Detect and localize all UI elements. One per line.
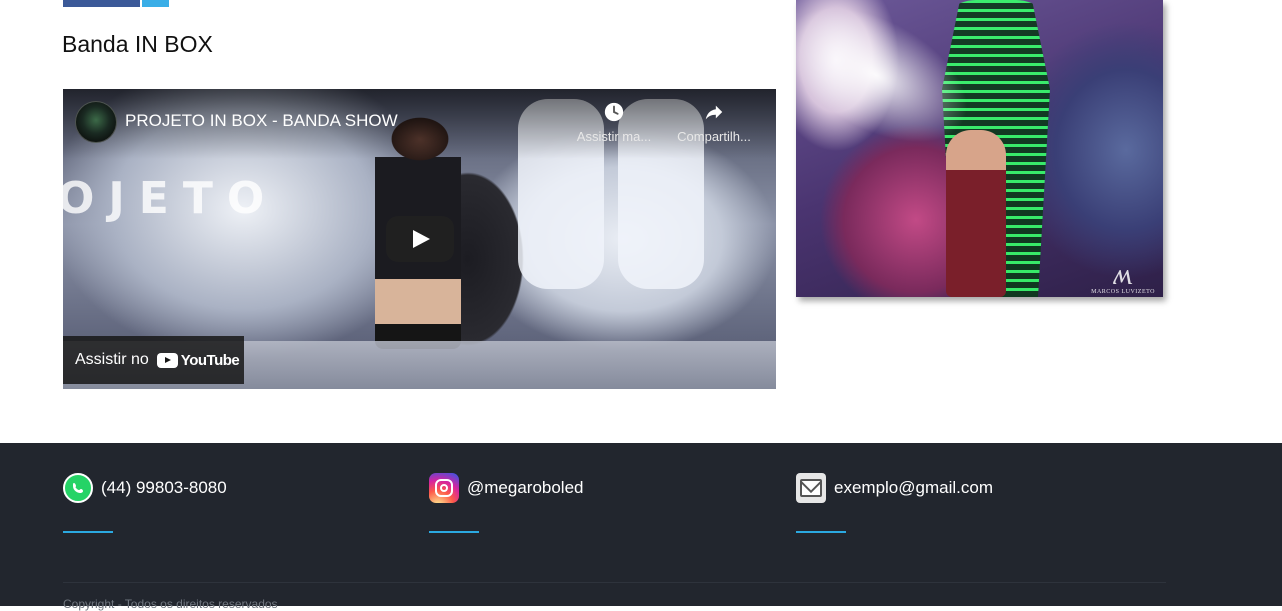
watch-later-label: Assistir ma... [576,129,652,144]
share-arrow-icon [705,105,723,120]
whatsapp-icon [63,473,93,503]
share-label: Compartilh... [677,129,751,144]
contact-underline [796,531,846,533]
photographer-signature: ʍ MARCOS LUVIZETO [1091,258,1155,296]
instagram-icon [429,473,459,503]
play-button[interactable] [386,216,454,262]
watch-later-button[interactable]: Assistir ma... [568,101,660,144]
contact-underline [429,531,479,533]
instagram-handle: @megaroboled [467,478,584,497]
footer: (44) 99803-8080 @megaroboled exemplo@gma… [0,443,1282,611]
watch-on-youtube-button[interactable]: Assistir no YouTube [63,336,244,384]
twitter-share-button[interactable] [142,0,169,7]
contact-email[interactable]: exemplo@gmail.com [796,473,993,533]
phone-number: (44) 99803-8080 [101,478,227,497]
video-backdrop-text: OJETO [63,173,279,224]
email-address: exemplo@gmail.com [834,478,993,497]
singer-figure [946,130,1006,297]
facebook-share-button[interactable] [63,0,140,7]
contact-phone[interactable]: (44) 99803-8080 [63,473,227,533]
contact-instagram[interactable]: @megaroboled [429,473,584,533]
band-photo: ʍ MARCOS LUVIZETO [796,0,1163,297]
footer-divider [63,582,1166,583]
channel-avatar[interactable] [75,101,117,143]
page-title: Banda IN BOX [62,31,213,57]
email-icon [796,473,826,503]
copyright-text: Copyright - Todos os direitos reservados [63,597,278,611]
share-button[interactable]: Compartilh... [668,101,760,144]
watch-on-label: Assistir no [75,351,149,368]
video-title-link[interactable]: PROJETO IN BOX - BANDA SHOW [125,111,398,131]
clock-icon [604,102,624,122]
contact-underline [63,531,113,533]
youtube-play-icon [156,352,178,368]
youtube-logo: YouTube [156,352,240,369]
youtube-video-embed[interactable]: OJETO PROJETO IN BOX - BANDA SHOW Assist… [63,89,776,389]
